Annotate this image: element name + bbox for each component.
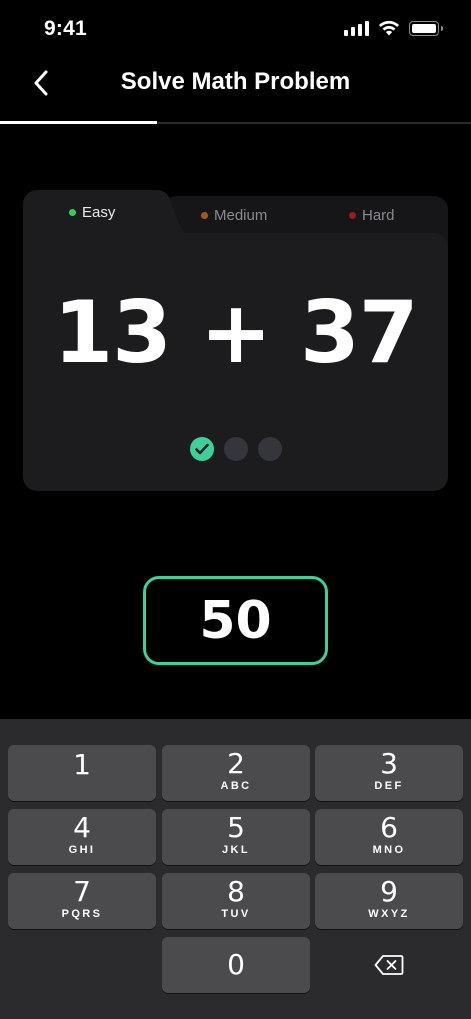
key-4[interactable]: 4 GHI	[8, 809, 156, 865]
tab-medium-label: Medium	[214, 207, 268, 224]
backspace-button[interactable]	[315, 937, 463, 993]
key-5[interactable]: 5 JKL	[162, 809, 310, 865]
key-letters: TUV	[221, 908, 251, 920]
key-letters: PQRS	[61, 908, 103, 920]
tab-easy[interactable]: Easy	[69, 204, 115, 221]
key-letters: ABC	[220, 780, 252, 792]
key-digit: 6	[380, 811, 398, 844]
key-letters: WXYZ	[368, 908, 410, 920]
battery-icon	[409, 20, 443, 36]
key-letters: MNO	[372, 844, 406, 856]
progress-bar	[0, 121, 471, 124]
hard-dot-icon	[349, 212, 356, 219]
key-digit: 9	[380, 875, 398, 908]
key-7[interactable]: 7 PQRS	[8, 873, 156, 929]
math-problem: 13 + 37	[53, 283, 418, 383]
step-indicators	[190, 437, 282, 461]
key-6[interactable]: 6 MNO	[315, 809, 463, 865]
step-indicator-completed	[190, 437, 214, 461]
key-1[interactable]: 1	[8, 745, 156, 801]
status-icons	[344, 20, 443, 36]
key-digit: 7	[73, 875, 91, 908]
nav-bar: Solve Math Problem	[0, 60, 471, 122]
status-time: 9:41	[44, 17, 87, 40]
key-3[interactable]: 3 DEF	[315, 745, 463, 801]
answer-display[interactable]: 50	[143, 576, 328, 665]
key-digit: 0	[227, 948, 245, 981]
key-2[interactable]: 2 ABC	[162, 745, 310, 801]
key-0[interactable]: 0	[162, 937, 310, 993]
status-bar: 9:41	[0, 0, 471, 60]
backspace-icon	[374, 955, 404, 975]
key-9[interactable]: 9 WXYZ	[315, 873, 463, 929]
key-digit: 8	[227, 875, 245, 908]
problem-card: Easy Medium Hard 13 + 37	[23, 190, 448, 491]
cellular-signal-icon	[344, 20, 369, 36]
key-digit: 5	[227, 811, 245, 844]
tab-easy-label: Easy	[82, 204, 116, 221]
step-indicator-pending	[258, 437, 282, 461]
key-digit: 3	[380, 747, 398, 780]
key-digit: 4	[73, 811, 91, 844]
wifi-icon	[379, 20, 399, 36]
key-digit: 2	[227, 747, 245, 780]
page-title: Solve Math Problem	[120, 68, 351, 95]
easy-dot-icon	[69, 209, 76, 216]
medium-dot-icon	[201, 212, 208, 219]
step-indicator-pending	[224, 437, 248, 461]
key-digit: 1	[73, 748, 91, 781]
tab-hard-label: Hard	[362, 207, 395, 224]
tab-hard[interactable]: Hard	[349, 207, 395, 224]
progress-fill	[0, 121, 157, 124]
numeric-keypad: 1 2 ABC 3 DEF 4 GHI 5 JKL 6 MNO 7 PQRS 8…	[0, 719, 471, 1019]
checkmark-icon	[195, 443, 209, 455]
key-8[interactable]: 8 TUV	[162, 873, 310, 929]
key-letters: DEF	[374, 780, 404, 792]
key-letters: JKL	[222, 844, 250, 856]
key-letters: GHI	[68, 844, 96, 856]
tab-medium[interactable]: Medium	[201, 207, 267, 224]
